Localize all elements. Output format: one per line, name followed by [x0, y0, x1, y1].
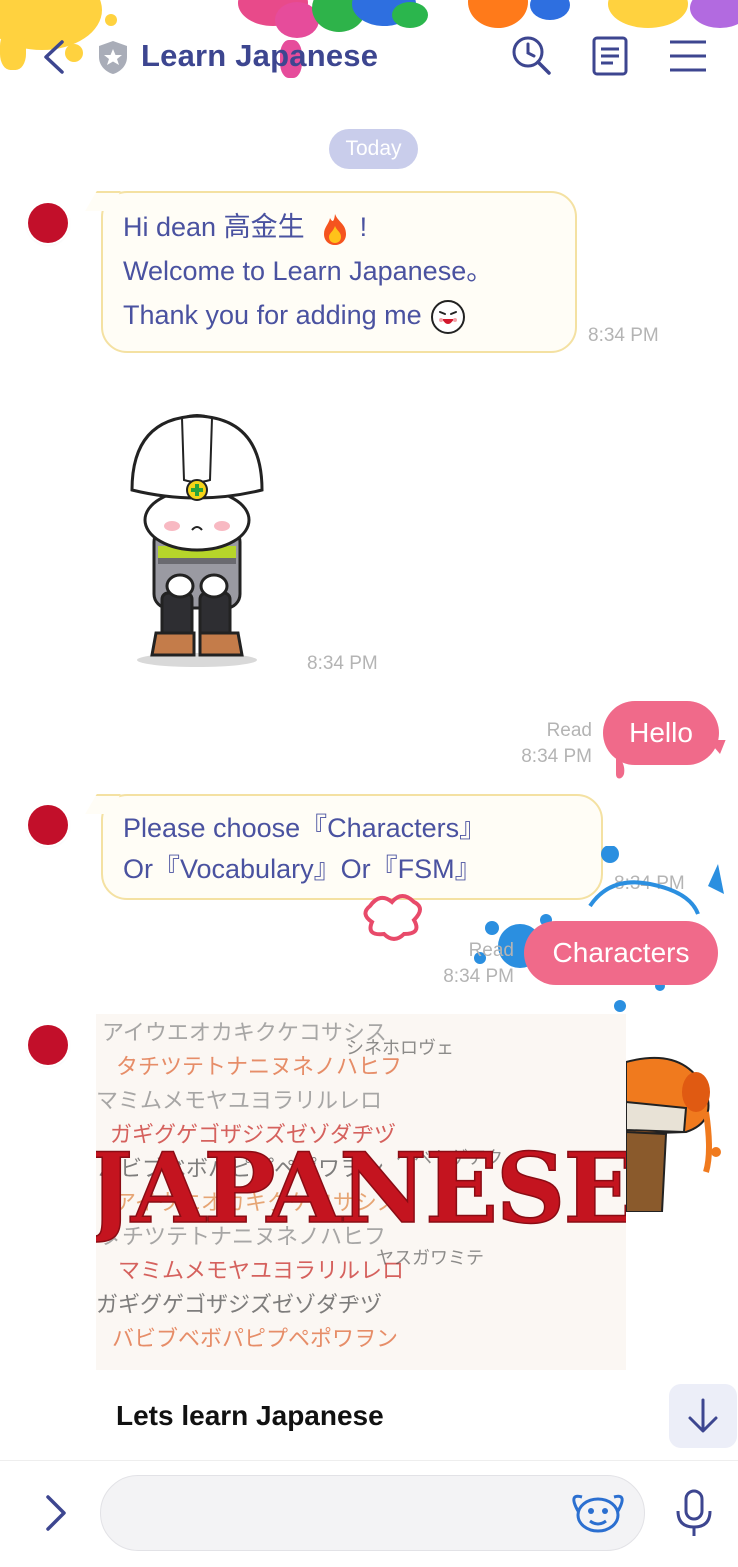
svg-text:バビブベボパピプペポワヲン: バビブベボパピプペポワヲン: [112, 1327, 398, 1352]
message-input[interactable]: [100, 1475, 645, 1551]
message-line: Hi dean 高金生 !: [123, 205, 555, 249]
sticker-bowing-worker[interactable]: [122, 408, 272, 670]
svg-text:マミムメモヤユヨラリルレロ: マミムメモヤユヨラリルレロ: [118, 1259, 404, 1284]
fire-emoji-icon: [324, 213, 347, 245]
message-time: 8:34 PM: [588, 325, 659, 346]
clock-search-icon[interactable]: [510, 34, 554, 78]
message-bubble-welcome[interactable]: Hi dean 高金生 ! Welcome to Learn Japanese。…: [101, 191, 577, 353]
message-bubble-characters[interactable]: Characters: [524, 921, 718, 985]
message-line: Welcome to Learn Japanese。: [123, 256, 494, 286]
paint-drip-decoration: [616, 740, 726, 779]
svg-text:シネホロヴェ: シネホロヴェ: [346, 1038, 454, 1059]
shield-star-icon: [99, 41, 127, 74]
chat-header: Learn Japanese: [0, 0, 738, 110]
bot-avatar[interactable]: [28, 203, 68, 243]
bot-avatar[interactable]: [28, 805, 68, 845]
microphone-icon[interactable]: [672, 1487, 716, 1539]
card-title: Lets learn Japanese: [116, 1400, 384, 1431]
bot-avatar[interactable]: [28, 1025, 68, 1065]
message-time: 8:34 PM: [307, 653, 378, 674]
laughing-face-emoji-icon: [431, 299, 466, 334]
image-word: JAPANESE: [96, 1132, 626, 1245]
chevron-right-icon[interactable]: [38, 1491, 72, 1535]
hamburger-icon[interactable]: [666, 34, 710, 78]
chevron-left-icon[interactable]: [38, 38, 72, 76]
image-japanese-kana[interactable]: アイウエオカキクケコサシス タチツテトナニヌネノハヒフ マミムメモヤユヨラリルレ…: [96, 1014, 626, 1370]
note-icon[interactable]: [588, 34, 632, 78]
kana-pattern-decoration: アイウエオカキクケコサシス タチツテトナニヌネノハヒフ マミムメモヤユヨラリルレ…: [96, 1021, 626, 1352]
read-receipt: Read: [468, 940, 514, 961]
date-separator: Today: [329, 129, 418, 169]
arrow-down-icon: [688, 1398, 718, 1433]
svg-text:マミムメモヤユヨラリルレロ: マミムメモヤユヨラリルレロ: [96, 1089, 382, 1114]
read-receipt: Read: [546, 720, 592, 741]
composer-bar: [0, 1460, 738, 1567]
message-time: 8:34 PM: [521, 746, 592, 767]
svg-text:アイウエオカキクケコサシス: アイウエオカキクケコサシス: [102, 1021, 387, 1046]
message-time: 8:34 PM: [443, 966, 514, 987]
sticker-face-icon[interactable]: [568, 1489, 628, 1537]
painter-character-decoration: [626, 1056, 721, 1212]
scroll-to-bottom-button[interactable]: [669, 1384, 737, 1448]
message-line: Thank you for adding me: [123, 293, 555, 337]
svg-text:ガギグゲゴザジズゼゾダヂヅ: ガギグゲゴザジズゼゾダヂヅ: [96, 1293, 382, 1318]
message-line: Please choose『Characters』: [123, 813, 487, 843]
svg-text:ヤスガワミテ: ヤスガワミテ: [376, 1248, 484, 1269]
chat-title[interactable]: Learn Japanese: [141, 38, 378, 74]
